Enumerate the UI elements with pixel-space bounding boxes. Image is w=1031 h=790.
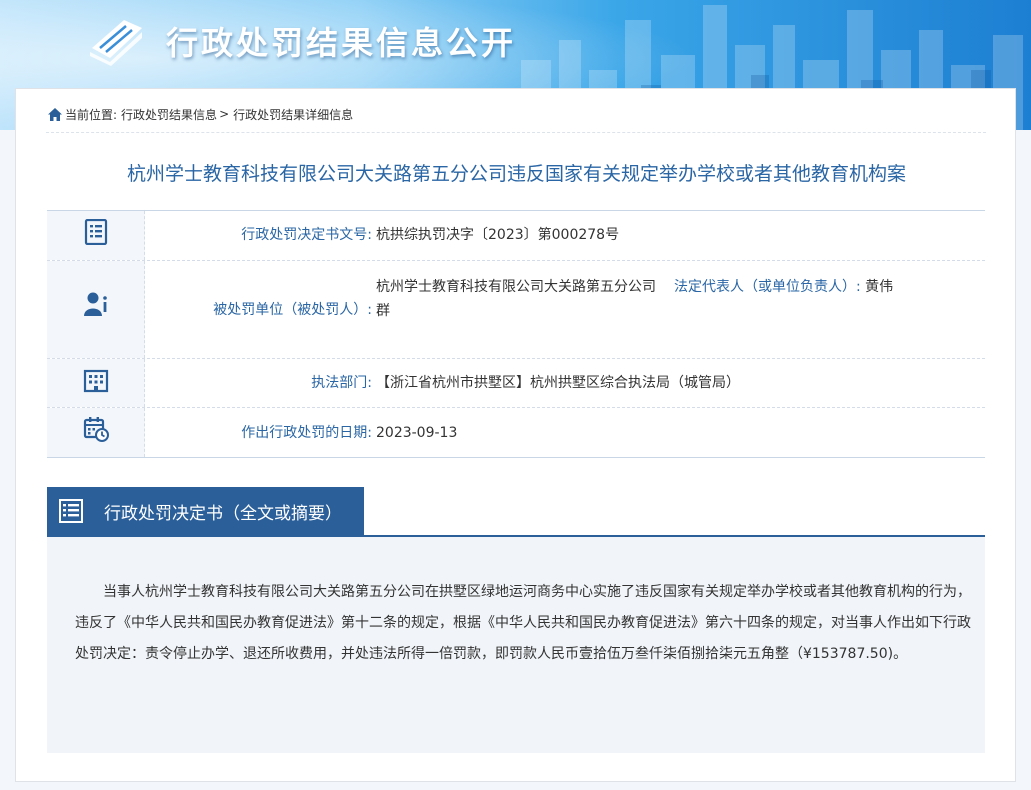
info-row-date: 作出行政处罚的日期: 2023-09-13	[47, 407, 985, 457]
info-row-decision-no: 行政处罚决定书文号: 杭拱综执罚决字〔2023〕第000278号	[47, 211, 985, 260]
date-label: 作出行政处罚的日期:	[241, 425, 372, 441]
calendar-clock-icon	[83, 417, 109, 442]
breadcrumb-separator: >	[219, 107, 230, 121]
person-icon	[83, 292, 107, 316]
case-title: 杭州学士教育科技有限公司大关路第五分公司违反国家有关规定举办学校或者其他教育机构…	[126, 163, 906, 185]
decision-body: 当事人杭州学士教育科技有限公司大关路第五分公司在拱墅区绿地运河商务中心实施了违反…	[47, 537, 985, 753]
book-icon	[90, 20, 142, 66]
legal-rep-value-b: 群	[376, 303, 390, 319]
decision-section-header: 行政处罚决定书（全文或摘要）	[47, 487, 364, 535]
breadcrumb-label: 当前位置:	[65, 107, 118, 122]
decision-section-title: 行政处罚决定书（全文或摘要）	[104, 503, 342, 524]
legal-rep-value-a: 黄伟	[865, 279, 894, 295]
info-row-penalized: 被处罚单位（被处罚人）: 杭州学士教育科技有限公司大关路第五分公司 法定代表人（或…	[47, 260, 985, 358]
decision-text: 当事人杭州学士教育科技有限公司大关路第五分公司在拱墅区绿地运河商务中心实施了违反…	[75, 584, 971, 662]
info-row-department: 执法部门: 【浙江省杭州市拱墅区】杭州拱墅区综合执法局（城管局）	[47, 358, 985, 407]
breadcrumb: 当前位置: 行政处罚结果信息 > 行政处罚结果详细信息	[48, 105, 353, 123]
document-icon	[84, 219, 107, 245]
date-value: 2023-09-13	[376, 425, 458, 441]
penalized-label: 被处罚单位（被处罚人）:	[213, 302, 372, 318]
breadcrumb-link-results[interactable]: 行政处罚结果信息	[121, 106, 217, 123]
building-icon	[83, 369, 108, 393]
department-label: 执法部门:	[311, 375, 372, 391]
decision-no-label: 行政处罚决定书文号:	[241, 227, 372, 243]
home-icon	[48, 107, 62, 121]
info-table: 行政处罚决定书文号: 杭拱综执罚决字〔2023〕第000278号 被处罚单位（被…	[47, 210, 985, 458]
department-value: 【浙江省杭州市拱墅区】杭州拱墅区综合执法局（城管局）	[376, 375, 740, 391]
banner-title: 行政处罚结果信息公开	[166, 24, 517, 62]
breadcrumb-current[interactable]: 行政处罚结果详细信息	[233, 106, 353, 123]
penalized-value: 杭州学士教育科技有限公司大关路第五分公司 法定代表人（或单位负责人）: 黄伟 群	[372, 261, 985, 358]
decision-no-value: 杭拱综执罚决字〔2023〕第000278号	[376, 227, 620, 243]
breadcrumb-divider	[46, 132, 986, 133]
legal-rep-label: 法定代表人（或单位负责人）:	[674, 279, 861, 295]
penalized-unit-name: 杭州学士教育科技有限公司大关路第五分公司	[376, 279, 656, 295]
content-card: 当前位置: 行政处罚结果信息 > 行政处罚结果详细信息 杭州学士教育科技有限公司…	[15, 88, 1016, 782]
document-list-icon	[59, 499, 83, 523]
